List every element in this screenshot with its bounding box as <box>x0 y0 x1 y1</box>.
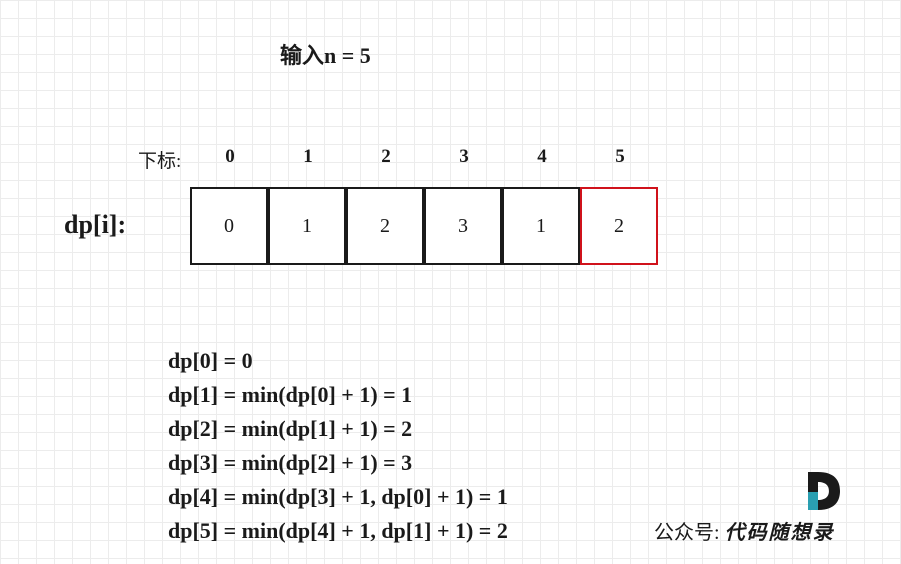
dp-cell-3: 3 <box>424 187 502 265</box>
equation-dp3: dp[3] = min(dp[2] + 1) = 3 <box>168 450 413 475</box>
equation-dp2: dp[2] = min(dp[1] + 1) = 2 <box>168 416 413 441</box>
equation-dp1: dp[1] = min(dp[0] + 1) = 1 <box>168 382 413 407</box>
dp-array-label: dp[i]: <box>64 210 127 239</box>
index-3: 3 <box>459 146 469 167</box>
index-0: 0 <box>225 146 235 167</box>
equation-dp5: dp[5] = min(dp[4] + 1, dp[1] + 1) = 2 <box>168 518 508 543</box>
dp-cell-2: 2 <box>346 187 424 265</box>
index-1: 1 <box>303 146 313 167</box>
input-title: 输入n = 5 <box>280 43 371 68</box>
dp-cell-1: 1 <box>268 187 346 265</box>
brand-name: 代码随想录 <box>724 522 835 544</box>
dp-cell-0: 0 <box>190 187 268 265</box>
dp-cell-4: 1 <box>502 187 580 265</box>
brand-credit: 公众号: 代码随想录 <box>654 516 835 545</box>
equation-dp0: dp[0] = 0 <box>168 348 253 373</box>
brand-prefix: 公众号: <box>654 522 720 544</box>
index-label: 下标: <box>138 151 182 172</box>
index-4: 4 <box>537 146 547 167</box>
index-5: 5 <box>615 146 625 167</box>
index-2: 2 <box>381 146 391 167</box>
equation-dp4: dp[4] = min(dp[3] + 1, dp[0] + 1) = 1 <box>168 484 508 509</box>
dp-cell-5: 2 <box>580 187 658 265</box>
d-logo-icon <box>808 472 840 510</box>
